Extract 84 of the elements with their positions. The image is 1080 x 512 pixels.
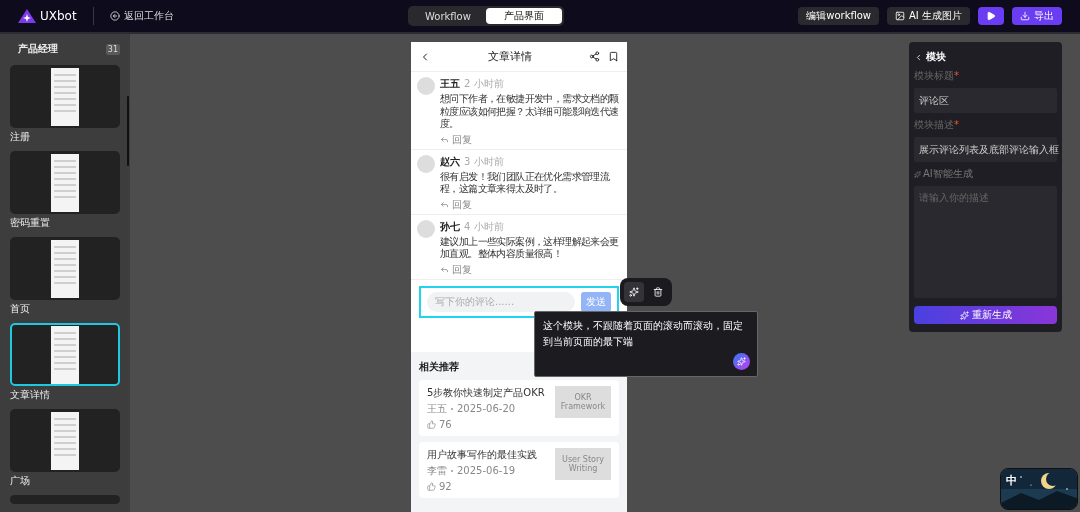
image-icon <box>895 11 906 21</box>
comment-time: 4 小时前 <box>464 219 504 234</box>
back-link[interactable]: 返回工作台 <box>109 9 174 23</box>
project-title: 产品经理 <box>18 42 58 56</box>
article-title: 5步教你快速制定产品OKR <box>427 385 546 400</box>
text-field[interactable]: 展示评论列表及底部评论输入框 <box>914 137 1057 162</box>
sparkle-icon <box>914 170 921 178</box>
play-icon <box>986 11 996 21</box>
text-field[interactable]: 评论区 <box>914 88 1057 113</box>
page-thumbnail[interactable] <box>10 151 120 214</box>
back-icon[interactable] <box>914 52 923 62</box>
reply-icon <box>440 264 449 274</box>
logo-icon <box>18 9 36 23</box>
page-thumbnail-drawing <box>51 325 79 384</box>
edit-workflow-button[interactable]: 编辑workflow <box>798 7 880 25</box>
page-count: 31 <box>105 43 120 55</box>
logo-text: UXbot <box>40 9 77 23</box>
sparkle-icon[interactable] <box>733 353 750 370</box>
generate-image-button[interactable]: AI 生成图片 <box>887 7 970 25</box>
page-thumbnail[interactable] <box>10 409 120 472</box>
article-author: 李雷 <box>427 463 447 478</box>
reply-icon <box>440 199 449 209</box>
avatar <box>417 154 435 173</box>
article-card[interactable]: 5步教你快速制定产品OKR 王五 2025-06-20 76 OKR Framework <box>419 379 619 436</box>
ime-widget[interactable]: 中 <box>1000 468 1078 510</box>
like-count: 92 <box>439 480 452 492</box>
ai-label: AI智能生成 <box>923 167 973 181</box>
comment-author: 王五 <box>440 77 460 91</box>
bookmark-icon[interactable] <box>608 51 619 62</box>
panel-title: 模块 <box>926 50 946 64</box>
thumbs-up-icon <box>427 481 436 491</box>
regenerate-button[interactable]: 重新生成 <box>914 306 1057 324</box>
page-thumbnail-drawing <box>51 411 79 470</box>
view-tab[interactable]: 产品界面 <box>485 8 562 24</box>
article-author: 王五 <box>427 401 447 416</box>
comment-text: 很有启发！我们团队正在优化需求管理流程，这篇文章来得太及时了。 <box>440 170 611 196</box>
avatar <box>417 219 435 238</box>
trash-icon <box>653 287 663 297</box>
reply-link[interactable]: 回复 <box>440 198 621 210</box>
tooltip-text: 这个模块，不跟随着页面的滚动而滚动，固定到当前页面的最下端 <box>543 319 744 349</box>
avatar <box>417 77 435 95</box>
page-thumbnail[interactable] <box>10 323 120 386</box>
view-tab[interactable]: Workflow <box>409 8 486 24</box>
sparkle-icon <box>629 287 639 297</box>
export-button[interactable]: 导出 <box>1012 7 1062 25</box>
screen-title: 文章详情 <box>487 49 533 64</box>
image-placeholder: OKR Framework <box>555 385 611 418</box>
share-icon[interactable] <box>589 51 600 62</box>
article-title: 用户故事写作的最佳实践 <box>427 447 538 462</box>
page-thumbnail-drawing <box>51 67 79 126</box>
comment-time: 2 小时前 <box>464 77 504 91</box>
page-name: 注册 <box>10 131 31 143</box>
thumbs-up-icon <box>427 419 436 429</box>
section-title: 相关推荐 <box>419 359 460 374</box>
comment-author: 孙七 <box>440 219 460 234</box>
image-placeholder: User Story Writing <box>555 447 611 480</box>
scrollbar <box>127 96 129 166</box>
page-thumbnail-drawing <box>51 153 79 212</box>
preview-button[interactable] <box>978 7 1004 25</box>
article-date: 2025-06-19 <box>457 465 516 476</box>
page-name: 文章详情 <box>10 389 51 401</box>
reply-link[interactable]: 回复 <box>440 133 621 145</box>
page-name: 首页 <box>10 303 31 315</box>
page-thumbnail[interactable] <box>10 65 120 128</box>
article-card[interactable]: 用户故事写作的最佳实践 李雷 2025-06-19 92 User Story Writing <box>419 441 619 498</box>
comment-time: 3 小时前 <box>464 154 504 169</box>
comment-text: 想问下作者，在敏捷开发中，需求文档的颗粒度应该如何把握？太详细可能影响迭代速度。 <box>440 93 620 131</box>
field-label: 模块描述* <box>914 118 960 132</box>
comment-author: 赵六 <box>440 154 460 169</box>
comment-text: 建议加上一些实际案例，这样理解起来会更加直观。整体内容质量很高！ <box>440 235 620 261</box>
page-name: 密码重置 <box>10 217 51 229</box>
sparkle-icon <box>959 310 969 320</box>
download-icon <box>1020 11 1030 21</box>
like-count: 76 <box>439 418 452 430</box>
reply-icon <box>440 134 449 144</box>
page-thumbnail-drawing <box>51 239 79 298</box>
page-thumbnail[interactable] <box>10 495 120 504</box>
article-date: 2025-06-20 <box>457 403 516 414</box>
page-name: 广场 <box>10 475 31 487</box>
reply-link[interactable]: 回复 <box>440 263 621 275</box>
ai-sparkle-button[interactable] <box>624 282 644 302</box>
ime-mode-label: 中 <box>1006 473 1017 488</box>
page-thumbnail[interactable] <box>10 237 120 300</box>
field-label: 模块标题* <box>914 69 960 83</box>
